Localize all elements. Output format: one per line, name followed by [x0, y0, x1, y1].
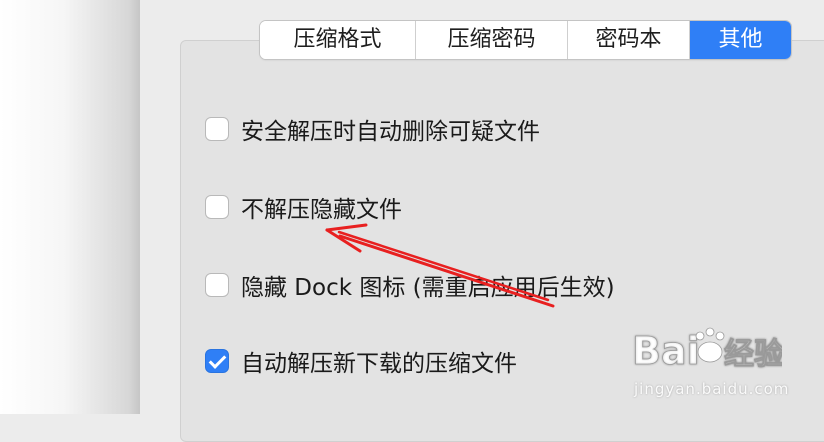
- checkbox[interactable]: [205, 195, 229, 219]
- option-hide-dock-icon[interactable]: 隐藏 Dock 图标 (需重启应用后生效): [205, 270, 615, 301]
- svg-text:Bai: Bai: [632, 329, 700, 373]
- option-label: 安全解压时自动删除可疑文件: [241, 119, 540, 145]
- option-label: 自动解压新下载的压缩文件: [241, 351, 517, 377]
- background-window-edge: [0, 0, 140, 414]
- option-label: 隐藏 Dock 图标 (需重启应用后生效): [241, 275, 615, 301]
- option-auto-extract-downloads[interactable]: 自动解压新下载的压缩文件: [205, 346, 517, 377]
- tab-password-book[interactable]: 密码本: [568, 21, 690, 59]
- option-delete-suspicious[interactable]: 安全解压时自动删除可疑文件: [205, 114, 540, 145]
- checkbox[interactable]: [205, 117, 229, 141]
- tab-compress-format[interactable]: 压缩格式: [260, 21, 416, 59]
- option-label: 不解压隐藏文件: [241, 197, 402, 223]
- tab-compress-password[interactable]: 压缩密码: [416, 21, 568, 59]
- baidu-watermark: Bai 经验 jingyan.baidu.com: [632, 318, 820, 410]
- checkbox[interactable]: [205, 273, 229, 297]
- option-skip-hidden-files[interactable]: 不解压隐藏文件: [205, 192, 402, 223]
- tab-bar: 压缩格式 压缩密码 密码本 其他: [260, 21, 791, 59]
- svg-text:经验: 经验: [724, 337, 782, 372]
- watermark-url: jingyan.baidu.com: [634, 380, 790, 398]
- tab-other[interactable]: 其他: [690, 21, 791, 59]
- baidu-logo-icon: Bai 经验: [632, 327, 782, 373]
- checkbox-checked[interactable]: [205, 349, 229, 373]
